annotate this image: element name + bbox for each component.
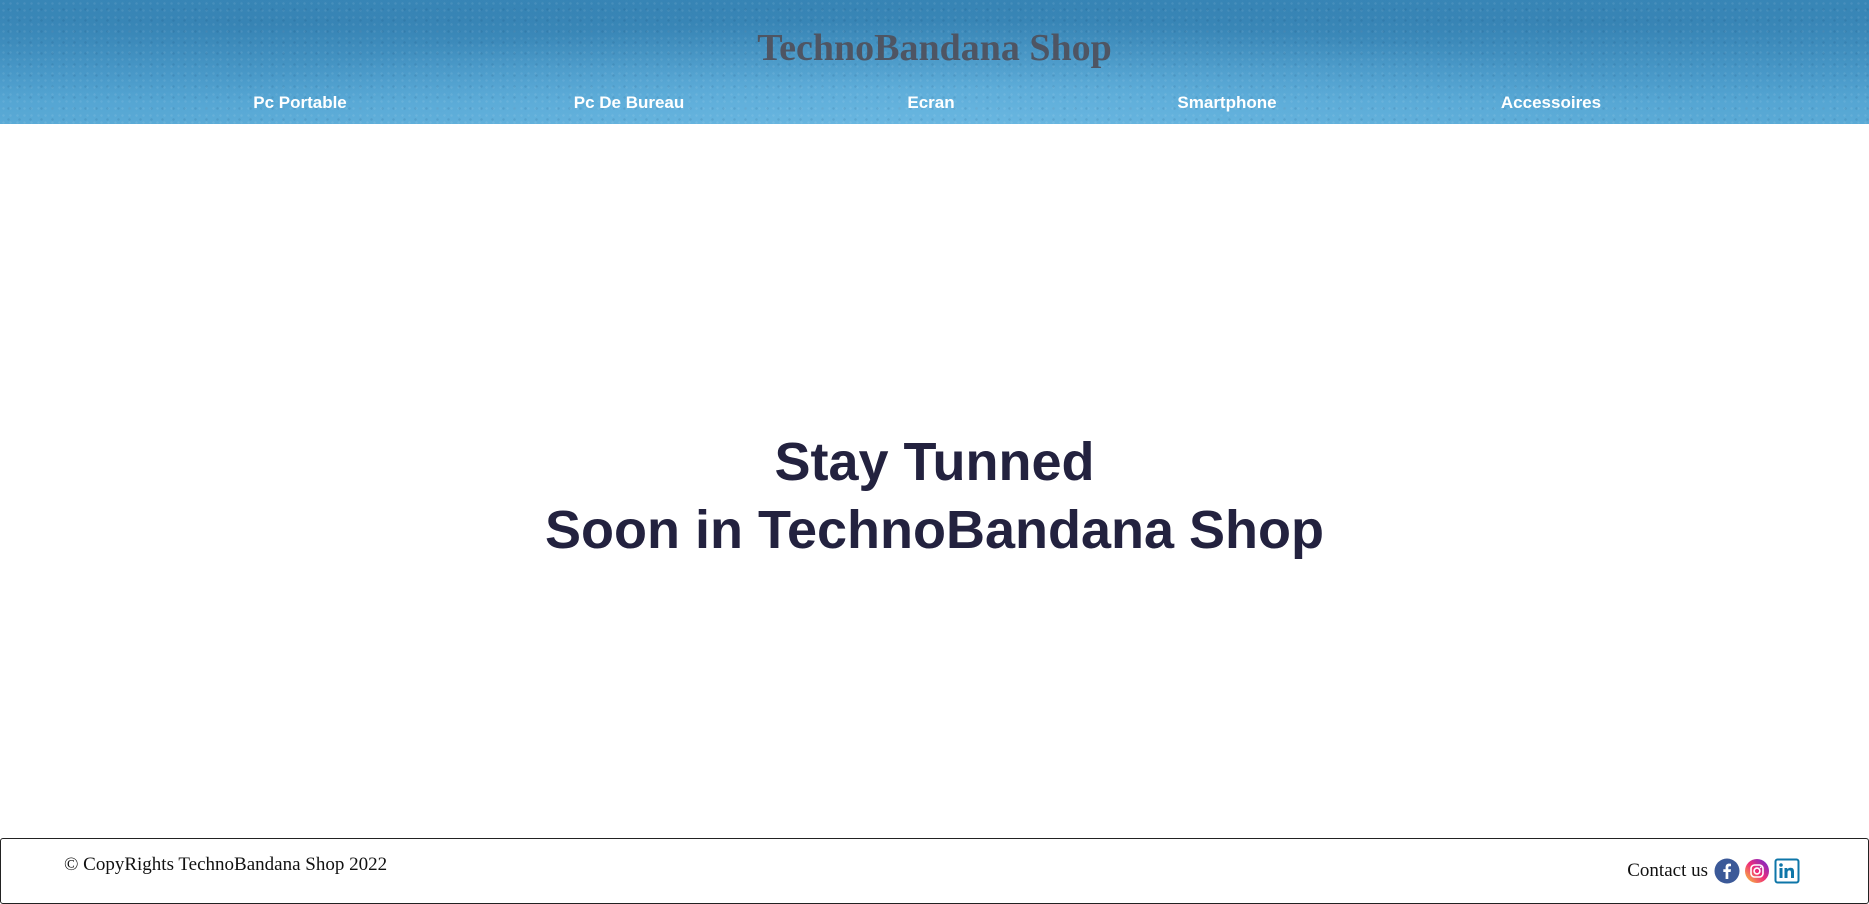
contact-label: Contact us: [1627, 860, 1708, 881]
nav-ecran[interactable]: Ecran: [907, 92, 954, 114]
linkedin-icon[interactable]: [1774, 858, 1800, 884]
nav-pc-de-bureau[interactable]: Pc De Bureau: [574, 92, 685, 114]
nav-accessoires[interactable]: Accessoires: [1501, 92, 1601, 114]
nav-smartphone[interactable]: Smartphone: [1177, 92, 1276, 114]
contact-section: Contact us: [1627, 858, 1800, 884]
headline-line-1: Stay Tunned: [774, 432, 1095, 492]
instagram-icon[interactable]: [1744, 858, 1770, 884]
facebook-icon[interactable]: [1714, 858, 1740, 884]
headline-line-2: Soon in TechnoBandana Shop: [545, 500, 1324, 560]
nav-pc-portable[interactable]: Pc Portable: [253, 92, 347, 114]
copyright-text: © CopyRights TechnoBandana Shop 2022: [64, 854, 388, 875]
site-header: TechnoBandana Shop Pc Portable Pc De Bur…: [0, 0, 1869, 124]
main-content: Stay Tunned Soon in TechnoBandana Shop: [0, 124, 1869, 838]
site-title[interactable]: TechnoBandana Shop: [0, 26, 1869, 70]
site-footer: © CopyRights TechnoBandana Shop 2022 Con…: [0, 838, 1869, 904]
